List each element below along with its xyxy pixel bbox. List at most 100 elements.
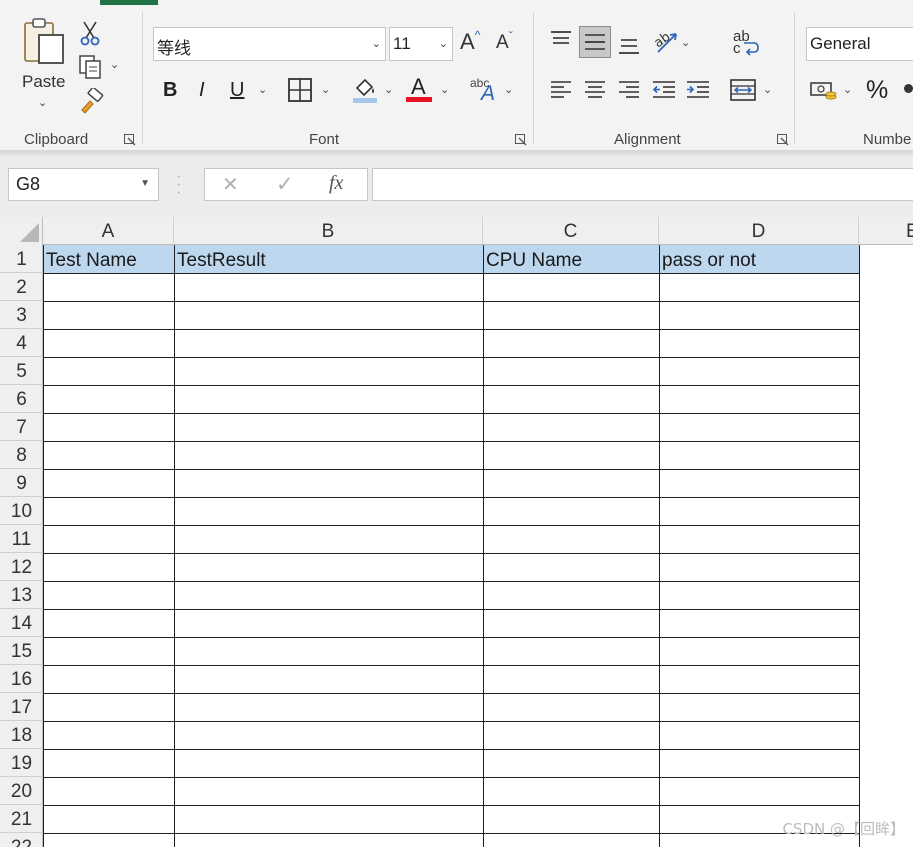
- row-header[interactable]: 4: [0, 329, 43, 357]
- align-center-icon[interactable]: [584, 80, 606, 100]
- grow-font-icon: A: [460, 29, 475, 54]
- cell-c1[interactable]: CPU Name: [483, 245, 582, 273]
- column-gridline: [483, 245, 484, 847]
- cell-b1[interactable]: TestResult: [174, 245, 266, 273]
- middle-align-icon[interactable]: [579, 26, 611, 58]
- copy-icon[interactable]: [78, 54, 104, 80]
- column-header-e[interactable]: E: [859, 217, 913, 245]
- wrap-arrow-icon: [744, 42, 759, 56]
- row-gridline: [43, 553, 859, 554]
- clipboard-launcher-icon[interactable]: [124, 133, 136, 146]
- column-gridline: [659, 245, 660, 847]
- percent-style-button[interactable]: %: [866, 76, 888, 105]
- paste-dropdown-chevron-icon[interactable]: ⌄: [38, 96, 47, 109]
- row-header[interactable]: 1: [0, 245, 43, 273]
- underline-dropdown-chevron-icon[interactable]: ⌄: [258, 83, 267, 96]
- top-align-icon[interactable]: [550, 30, 572, 50]
- row-header[interactable]: 10: [0, 497, 43, 525]
- column-header-c[interactable]: C: [483, 217, 659, 245]
- row-header[interactable]: 14: [0, 609, 43, 637]
- phonetic-dropdown-chevron-icon[interactable]: ⌄: [504, 83, 513, 96]
- row-header[interactable]: 6: [0, 385, 43, 413]
- format-painter-icon[interactable]: [78, 88, 104, 114]
- row-header[interactable]: 11: [0, 525, 43, 553]
- wrap-text-button[interactable]: ab c: [733, 28, 761, 58]
- bottom-align-icon[interactable]: [618, 36, 640, 56]
- name-box[interactable]: G8 ▼: [8, 168, 159, 201]
- fill-color-icon[interactable]: [352, 76, 378, 104]
- borders-dropdown-chevron-icon[interactable]: ⌄: [321, 83, 330, 96]
- column-gridline: [174, 245, 175, 847]
- row-header[interactable]: 7: [0, 413, 43, 441]
- font-launcher-icon[interactable]: [515, 133, 527, 146]
- enter-icon[interactable]: ✓: [276, 172, 294, 197]
- ribbon-shadow: [0, 150, 913, 159]
- font-color-button[interactable]: A: [406, 74, 434, 104]
- row-header[interactable]: 3: [0, 301, 43, 329]
- cancel-icon[interactable]: ✕: [222, 172, 239, 197]
- row-gridline: [43, 581, 859, 582]
- row-header[interactable]: 9: [0, 469, 43, 497]
- row-gridline: [43, 525, 859, 526]
- row-gridline: [43, 805, 859, 806]
- row-header[interactable]: 8: [0, 441, 43, 469]
- cut-icon[interactable]: [80, 20, 100, 46]
- row-header[interactable]: 18: [0, 721, 43, 749]
- cell-area[interactable]: Test Name TestResult CPU Name pass or no…: [43, 245, 913, 847]
- column-header-b[interactable]: B: [174, 217, 483, 245]
- row-header[interactable]: 12: [0, 553, 43, 581]
- formula-input[interactable]: [372, 168, 913, 201]
- decrease-indent-icon[interactable]: [652, 80, 676, 100]
- font-group-label: Font: [309, 131, 340, 148]
- decrease-font-size-button[interactable]: Aˇ: [496, 29, 513, 54]
- row-header[interactable]: 5: [0, 357, 43, 385]
- merge-center-icon[interactable]: [730, 78, 756, 102]
- row-header[interactable]: 13: [0, 581, 43, 609]
- select-all-button[interactable]: [0, 217, 43, 245]
- align-right-icon[interactable]: [618, 80, 640, 100]
- font-color-dropdown-chevron-icon[interactable]: ⌄: [440, 83, 449, 96]
- phonetic-icon: A: [481, 82, 496, 105]
- comma-style-button[interactable]: [904, 80, 913, 102]
- row-header[interactable]: 17: [0, 693, 43, 721]
- orientation-icon[interactable]: ab: [652, 28, 680, 54]
- row-header[interactable]: 2: [0, 273, 43, 301]
- paste-button[interactable]: Paste: [22, 72, 65, 92]
- accounting-dropdown-chevron-icon[interactable]: ⌄: [843, 83, 852, 96]
- row-header[interactable]: 15: [0, 637, 43, 665]
- insert-function-icon[interactable]: fx: [329, 172, 343, 195]
- row-header[interactable]: 22: [0, 833, 43, 847]
- copy-dropdown-chevron-icon[interactable]: ⌄: [110, 58, 119, 71]
- column-header-a[interactable]: A: [43, 217, 174, 245]
- merge-dropdown-chevron-icon[interactable]: ⌄: [763, 83, 772, 96]
- number-format-select[interactable]: General: [806, 27, 913, 61]
- increase-font-size-button[interactable]: A^: [460, 28, 480, 55]
- row-gridline: [43, 413, 859, 414]
- accounting-format-icon[interactable]: [810, 80, 838, 102]
- cell-a1[interactable]: Test Name: [43, 245, 137, 273]
- paste-icon[interactable]: [22, 17, 68, 67]
- cell-d1[interactable]: pass or not: [659, 245, 756, 273]
- row-header[interactable]: 21: [0, 805, 43, 833]
- row-gridline: [43, 665, 859, 666]
- bold-button[interactable]: B: [163, 79, 177, 102]
- group-separator: [142, 12, 143, 144]
- alignment-launcher-icon[interactable]: [777, 133, 789, 146]
- row-header[interactable]: 20: [0, 777, 43, 805]
- formula-bar-resize-handle[interactable]: · · ·: [176, 169, 181, 201]
- borders-icon[interactable]: [288, 78, 312, 102]
- row-header[interactable]: 19: [0, 749, 43, 777]
- fill-color-dropdown-chevron-icon[interactable]: ⌄: [384, 83, 393, 96]
- increase-indent-icon[interactable]: [686, 80, 710, 100]
- phonetic-guide-button[interactable]: abc A: [470, 76, 500, 106]
- font-size-select[interactable]: 11 ⌄: [389, 27, 453, 61]
- row-header[interactable]: 16: [0, 665, 43, 693]
- font-name-select[interactable]: 等线 ⌄: [153, 27, 386, 61]
- row-gridline: [43, 721, 859, 722]
- orientation-dropdown-chevron-icon[interactable]: ⌄: [681, 36, 690, 49]
- alignment-group-label: Alignment: [614, 131, 681, 148]
- italic-button[interactable]: I: [199, 79, 205, 102]
- column-header-d[interactable]: D: [659, 217, 859, 245]
- align-left-icon[interactable]: [550, 80, 572, 100]
- underline-button[interactable]: U: [230, 79, 244, 102]
